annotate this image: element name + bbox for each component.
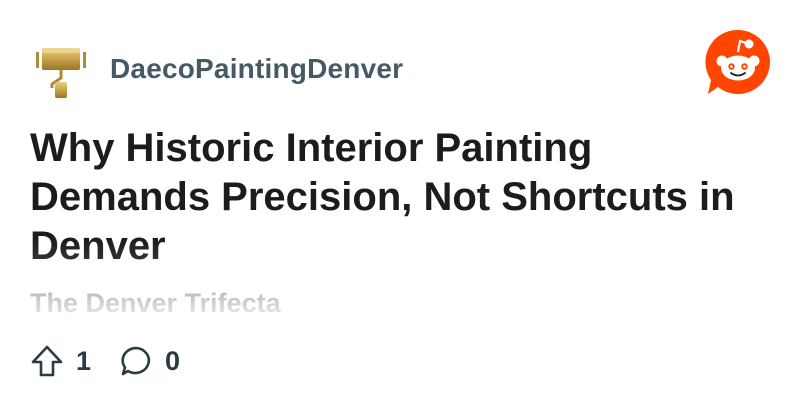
upvote-control[interactable]: 1 bbox=[30, 344, 91, 378]
avatar[interactable] bbox=[30, 38, 92, 100]
upvote-count: 1 bbox=[76, 345, 92, 376]
reddit-post-card[interactable]: DaecoPaintingDenver Why Historic Interio… bbox=[0, 0, 800, 419]
comment-control[interactable]: 0 bbox=[119, 344, 180, 378]
comment-bubble-icon bbox=[121, 346, 151, 376]
reddit-logo[interactable] bbox=[704, 28, 772, 96]
reddit-snoo-icon bbox=[705, 29, 770, 95]
paint-roller-logo-icon bbox=[36, 48, 86, 98]
post-title[interactable]: Why Historic Interior Painting Demands P… bbox=[30, 124, 770, 271]
comment-count: 0 bbox=[165, 345, 181, 376]
subreddit-name[interactable]: The Denver Trifecta bbox=[30, 288, 281, 319]
post-header: DaecoPaintingDenver bbox=[30, 38, 403, 100]
post-stats: 1 0 bbox=[30, 344, 208, 378]
author-name[interactable]: DaecoPaintingDenver bbox=[110, 53, 403, 85]
upvote-arrow-icon bbox=[31, 345, 63, 377]
